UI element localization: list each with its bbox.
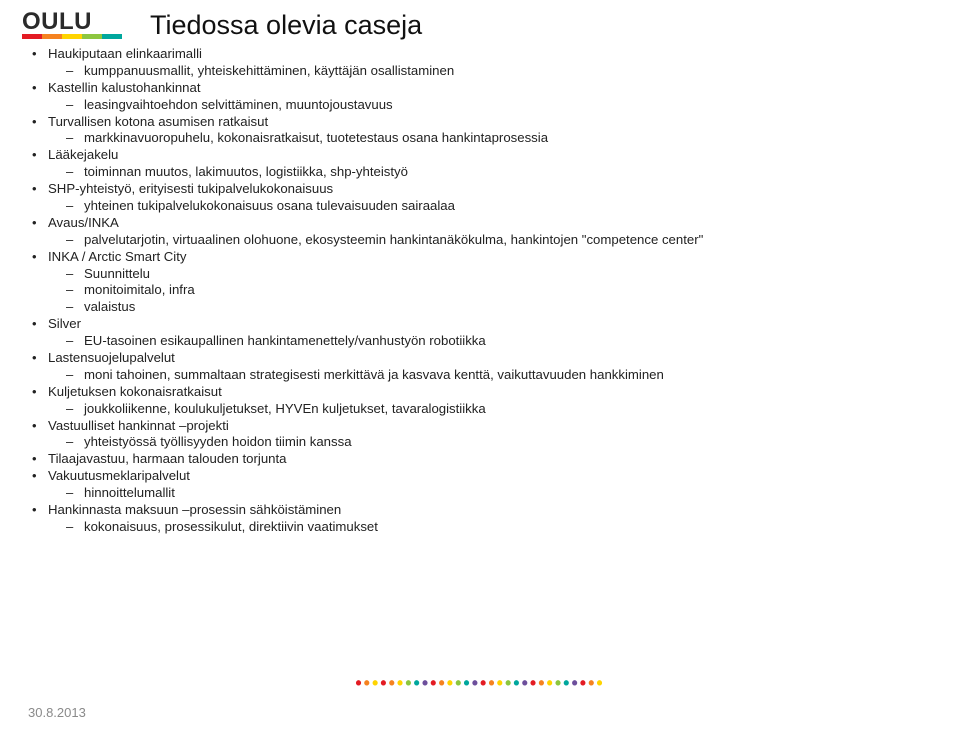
list-item-label: Lastensuojelupalvelut	[48, 350, 175, 365]
sub-list-item: toiminnan muutos, lakimuutos, logistiikk…	[48, 164, 940, 181]
list-item: Kastellin kalustohankinnat leasingvaihtoe…	[28, 80, 940, 114]
list-item: Silver EU-tasoinen esikaupallinen hankint…	[28, 316, 940, 350]
list-item: INKA / Arctic Smart City Suunnittelumonit…	[28, 249, 940, 317]
list-item-label: SHP-yhteistyö, erityisesti tukipalveluko…	[48, 181, 333, 196]
list-item-label: Lääkejakelu	[48, 147, 118, 162]
logo: OULU	[22, 8, 122, 39]
list-item-label: Vastuulliset hankinnat –projekti	[48, 418, 229, 433]
logo-text: OULU	[22, 8, 122, 36]
sub-list: palvelutarjotin, virtuaalinen olohuone, …	[48, 232, 940, 249]
list-item-label: Kuljetuksen kokonaisratkaisut	[48, 384, 222, 399]
sub-list: joukkoliikenne, koulukuljetukset, HYVEn …	[48, 401, 940, 418]
list-item-label: Haukiputaan elinkaarimalli	[48, 46, 202, 61]
list-item: Haukiputaan elinkaarimalli kumppanuusmall…	[28, 46, 940, 80]
list-item: Kuljetuksen kokonaisratkaisut joukkoliike…	[28, 384, 940, 418]
sub-list: leasingvaihtoehdon selvittäminen, muunto…	[48, 97, 940, 114]
sub-list-item: palvelutarjotin, virtuaalinen olohuone, …	[48, 232, 940, 249]
sub-list: hinnoittelumallit	[48, 485, 940, 502]
list-item-label: Vakuutusmeklaripalvelut	[48, 468, 190, 483]
sub-list-item: yhteistyössä työllisyyden hoidon tiimin …	[48, 434, 940, 451]
sub-list: toiminnan muutos, lakimuutos, logistiikk…	[48, 164, 940, 181]
sub-list-item: monitoimitalo, infra	[48, 282, 940, 299]
sub-list: Suunnittelumonitoimitalo, infravalaistus	[48, 266, 940, 317]
list-item: Lastensuojelupalvelut moni tahoinen, summ…	[28, 350, 940, 384]
list-item-label: Tilaajavastuu, harmaan talouden torjunta	[48, 451, 287, 466]
list-item-label: Hankinnasta maksuun –prosessin sähköistä…	[48, 502, 341, 517]
sub-list-item: kumppanuusmallit, yhteiskehittäminen, kä…	[48, 63, 940, 80]
logo-bars	[22, 34, 122, 39]
list-item: Lääkejakelu toiminnan muutos, lakimuutos,…	[28, 147, 940, 181]
content: Haukiputaan elinkaarimalli kumppanuusmall…	[28, 46, 940, 536]
sub-list-item: hinnoittelumallit	[48, 485, 940, 502]
page-title: Tiedossa olevia caseja	[150, 10, 422, 41]
list-item: SHP-yhteistyö, erityisesti tukipalveluko…	[28, 181, 940, 215]
list-item: Avaus/INKA palvelutarjotin, virtuaalinen …	[28, 215, 940, 249]
bullet-list: Haukiputaan elinkaarimalli kumppanuusmall…	[28, 46, 940, 536]
sub-list-item: kokonaisuus, prosessikulut, direktiivin …	[48, 519, 940, 536]
sub-list: moni tahoinen, summaltaan strategisesti …	[48, 367, 940, 384]
list-item: Vakuutusmeklaripalvelut hinnoittelumallit	[28, 468, 940, 502]
decorative-dots: ••••••••••••••••••••••••••••••	[0, 673, 960, 694]
sub-list: EU-tasoinen esikaupallinen hankintamenet…	[48, 333, 940, 350]
list-item-label: Kastellin kalustohankinnat	[48, 80, 201, 95]
sub-list-item: valaistus	[48, 299, 940, 316]
list-item-label: Avaus/INKA	[48, 215, 119, 230]
sub-list-item: moni tahoinen, summaltaan strategisesti …	[48, 367, 940, 384]
sub-list-item: Suunnittelu	[48, 266, 940, 283]
sub-list: yhteinen tukipalvelukokonaisuus osana tu…	[48, 198, 940, 215]
sub-list-item: yhteinen tukipalvelukokonaisuus osana tu…	[48, 198, 940, 215]
sub-list-item: EU-tasoinen esikaupallinen hankintamenet…	[48, 333, 940, 350]
list-item-label: Turvallisen kotona asumisen ratkaisut	[48, 114, 268, 129]
list-item-label: Silver	[48, 316, 81, 331]
list-item-label: INKA / Arctic Smart City	[48, 249, 187, 264]
sub-list: yhteistyössä työllisyyden hoidon tiimin …	[48, 434, 940, 451]
sub-list: markkinavuoropuhelu, kokonaisratkaisut, …	[48, 130, 940, 147]
sub-list: kumppanuusmallit, yhteiskehittäminen, kä…	[48, 63, 940, 80]
list-item: Hankinnasta maksuun –prosessin sähköistä…	[28, 502, 940, 536]
footer-date: 30.8.2013	[28, 705, 86, 720]
list-item: Vastuulliset hankinnat –projektiyhteisty…	[28, 418, 940, 452]
sub-list-item: markkinavuoropuhelu, kokonaisratkaisut, …	[48, 130, 940, 147]
list-item: Tilaajavastuu, harmaan talouden torjunta	[28, 451, 940, 468]
sub-list-item: leasingvaihtoehdon selvittäminen, muunto…	[48, 97, 940, 114]
sub-list-item: joukkoliikenne, koulukuljetukset, HYVEn …	[48, 401, 940, 418]
sub-list: kokonaisuus, prosessikulut, direktiivin …	[48, 519, 940, 536]
list-item: Turvallisen kotona asumisen ratkaisutmar…	[28, 114, 940, 148]
